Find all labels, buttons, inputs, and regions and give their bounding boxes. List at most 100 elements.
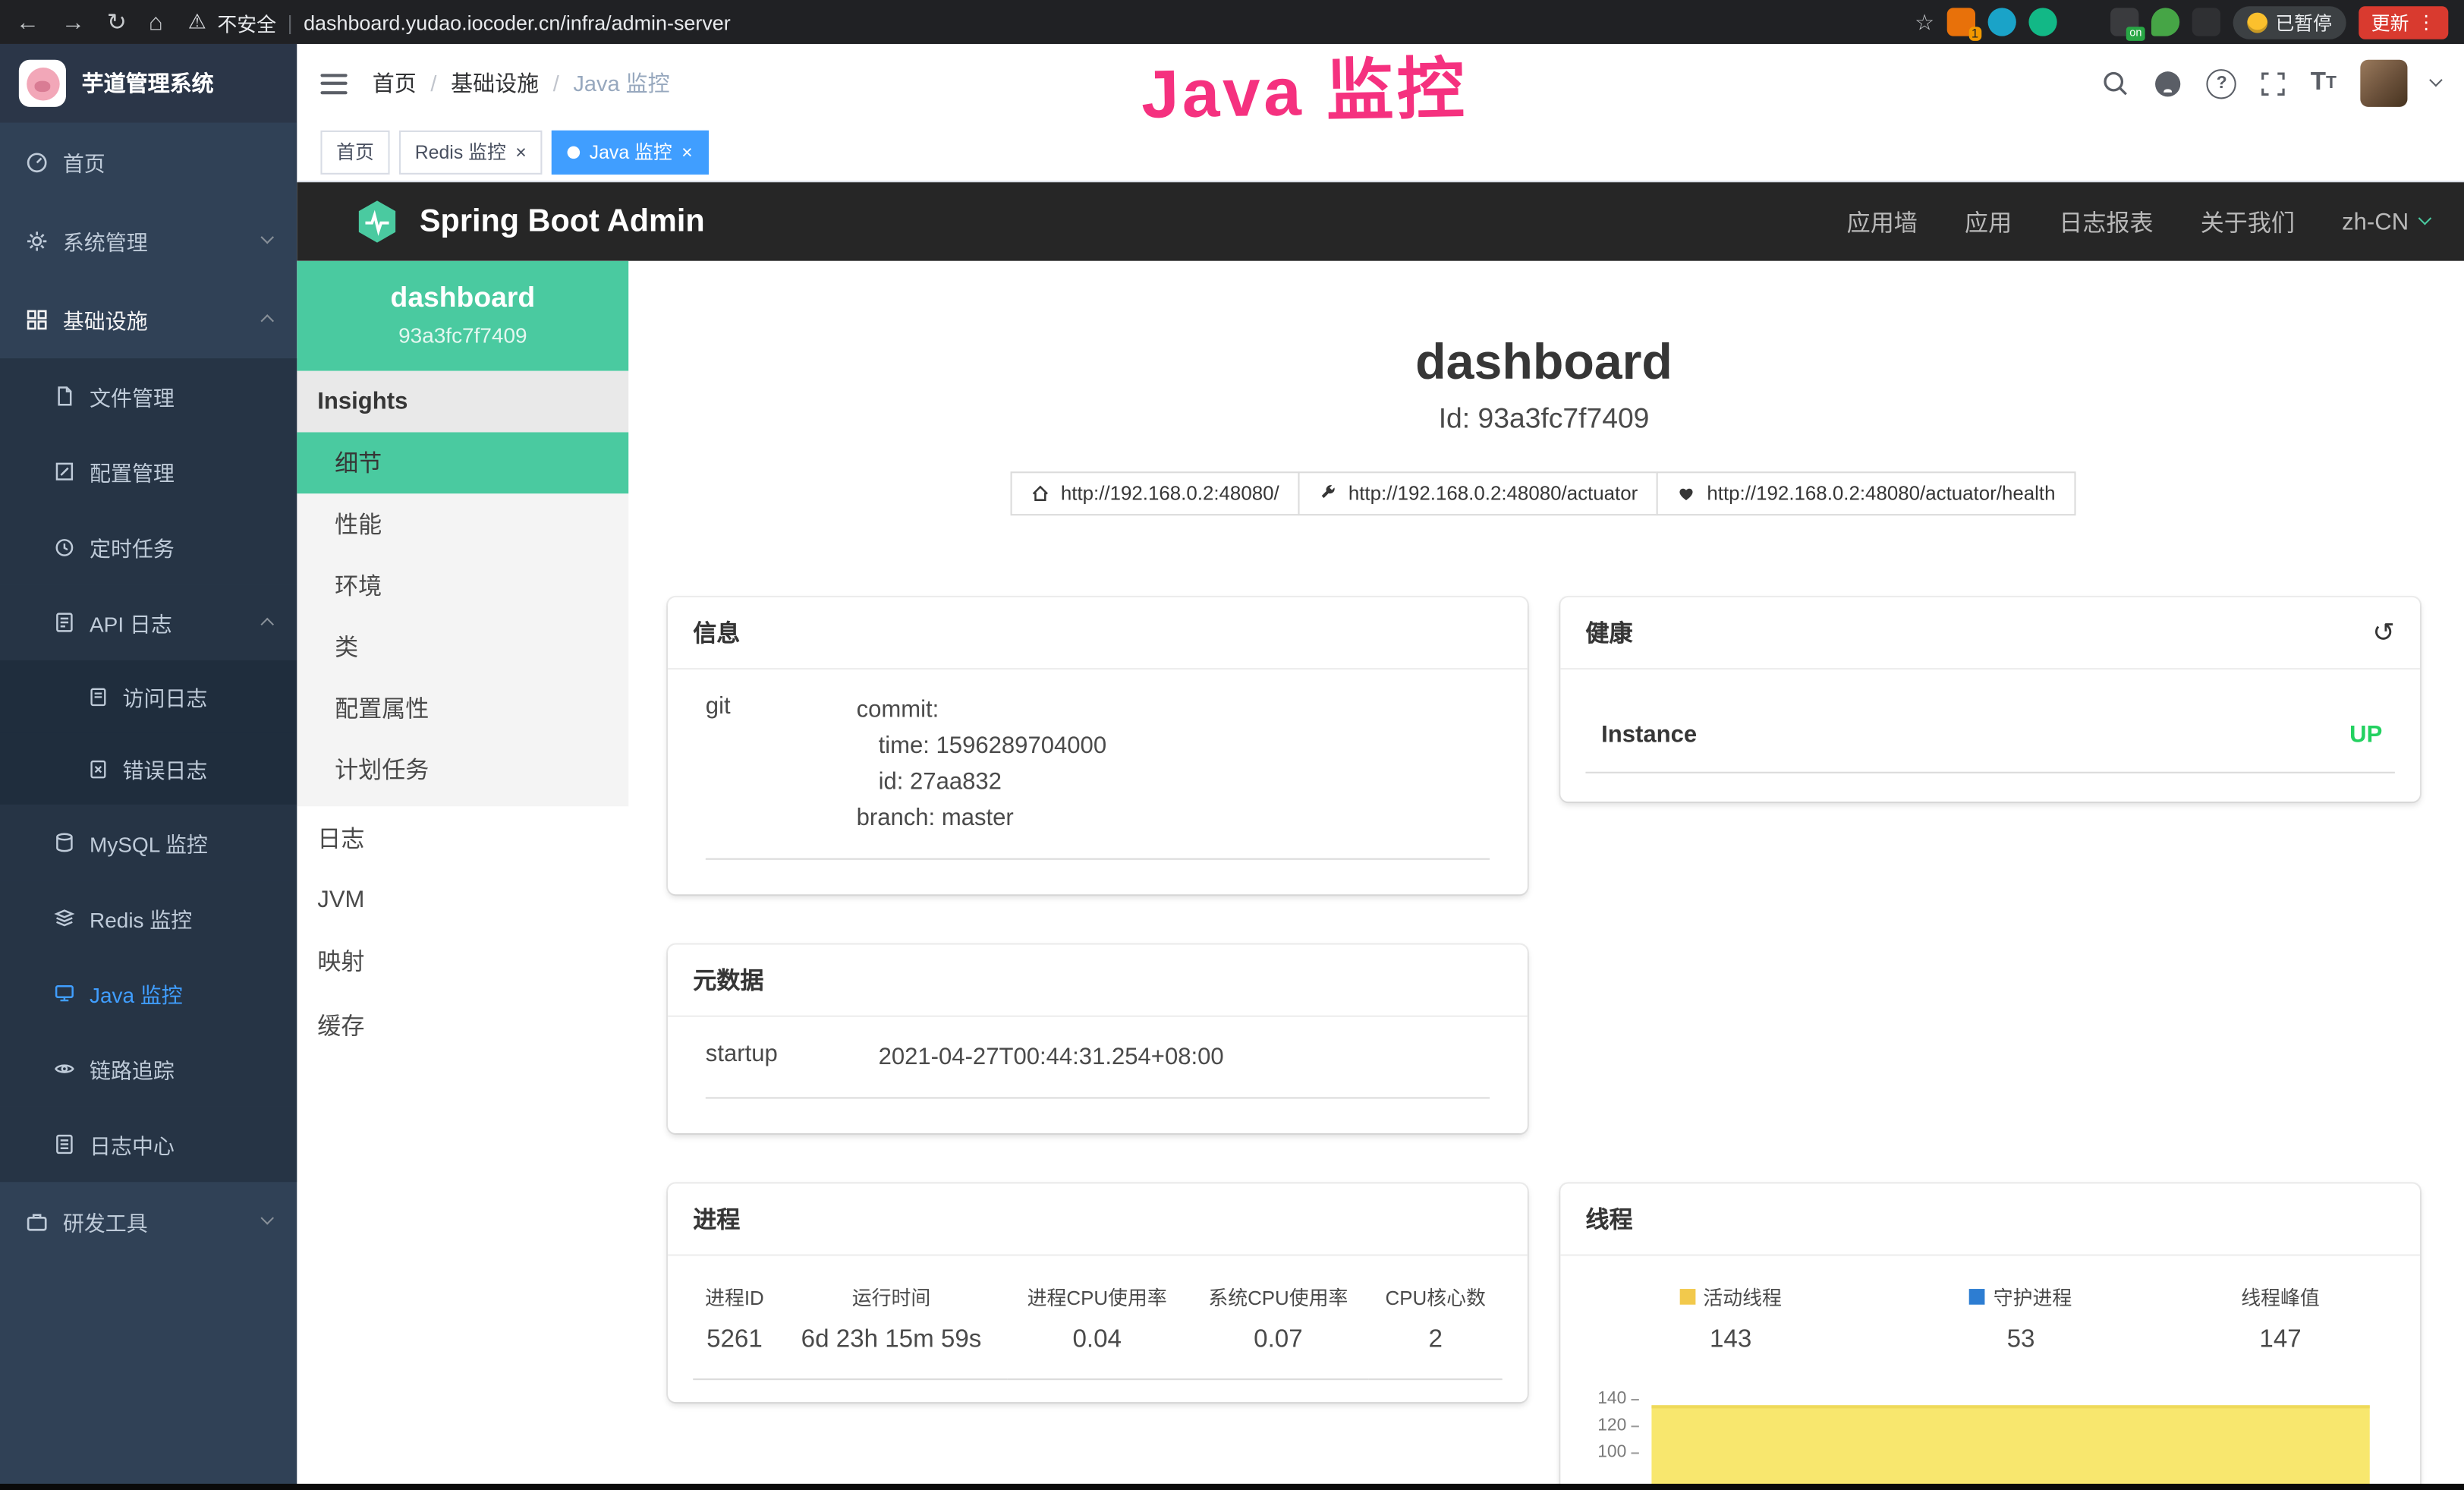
sba-root-items: 日志 JVM 映射 缓存 [297,806,628,1057]
sidebar-item-redis[interactable]: Redis 监控 [0,880,297,956]
breadcrumb-home[interactable]: 首页 [373,68,417,99]
info-card-body: git commit: time: 1596289704000 id: 27aa… [668,669,1528,894]
sidebar-item-system[interactable]: 系统管理 [0,201,297,280]
help-icon[interactable]: ? [2207,68,2236,98]
sba-nav-wallboard[interactable]: 应用墙 [1847,205,1918,238]
close-tab-icon[interactable]: × [681,142,693,161]
history-icon[interactable]: ↺ [2372,619,2395,646]
chevron-down-icon [260,1212,274,1226]
fullscreen-icon[interactable] [2260,70,2286,96]
reload-button[interactable]: ↻ [107,8,127,36]
more-icon[interactable]: ⋮ [2417,11,2436,33]
sidebar-item-infra[interactable]: 基础设施 [0,280,297,359]
sidebar-item-java[interactable]: Java 监控 [0,956,297,1031]
back-button[interactable]: ← [16,8,39,35]
sidebar-item-mysql[interactable]: MySQL 监控 [0,805,297,880]
sba-item-caches[interactable]: 缓存 [297,994,628,1058]
breadcrumb-infra[interactable]: 基础设施 [451,68,539,99]
switch-extension-icon[interactable]: on [2110,8,2138,36]
close-tab-icon[interactable]: × [515,142,527,161]
database-icon [53,831,75,853]
tab-java[interactable]: Java 监控 × [552,130,708,174]
sidebar-item-tracing[interactable]: 链路追踪 [0,1031,297,1106]
health-instance-row[interactable]: Instance UP [1585,698,2394,773]
actuator-url-button[interactable]: http://192.168.0.2:48080/actuator [1298,471,1659,515]
drop-extension-icon[interactable] [1987,8,2016,36]
health-card: 健康 ↺ Instance UP [1560,597,2420,802]
sba-item-configprops[interactable]: 配置属性 [297,678,628,739]
sba-item-scheduled-tasks[interactable]: 计划任务 [297,739,628,800]
leaf-extension-icon[interactable] [2151,8,2179,36]
sidebar-item-devtools[interactable]: 研发工具 [0,1182,297,1261]
user-avatar[interactable] [2360,60,2407,107]
app-logo[interactable]: 芋道管理系统 [0,44,297,123]
cell-value: 53 [1876,1318,2166,1383]
info-row-git: git commit: time: 1596289704000 id: 27aa… [706,691,1490,860]
sba-main: dashboard Id: 93a3fc7f7409 http://192.16… [628,261,2464,1490]
col-header: CPU核心数 [1369,1265,1503,1318]
collapse-sidebar-button[interactable] [320,73,347,93]
edit-doc-icon [53,461,75,483]
infra-icon [25,307,49,331]
avatar-caret-icon[interactable] [2428,74,2442,88]
process-card-header: 进程 [668,1183,1528,1255]
url-text[interactable]: dashboard.yudao.iocoder.cn/infra/admin-s… [304,10,731,33]
address-bar[interactable]: ⚠ 不安全 | dashboard.yudao.iocoder.cn/infra… [188,7,731,36]
sba-nav-applications[interactable]: 应用 [1965,205,2012,238]
sidebar-item-config[interactable]: 配置管理 [0,434,297,509]
chevron-up-icon [260,618,274,632]
sba-item-jvm[interactable]: JVM [297,871,628,929]
sidebar-item-log-center[interactable]: 日志中心 [0,1107,297,1182]
update-label: 更新 [2371,8,2409,35]
sidebar-item-files[interactable]: 文件管理 [0,358,297,433]
forward-button[interactable]: → [61,8,85,35]
puzzle-extension-icon[interactable] [2192,8,2220,36]
threads-legend-table: 活动线程 守护进程 线程峰值 143 53 147 [1585,1265,2394,1383]
sba-item-environment[interactable]: 环境 [297,555,628,616]
sidebar-item-error-log[interactable]: 错误日志 [0,732,297,805]
wrench-icon [1318,484,1337,503]
header-actions: ? TT [2101,60,2440,107]
security-label[interactable]: 不安全 [217,7,276,36]
sba-nav-journal[interactable]: 日志报表 [2059,205,2153,238]
teal-extension-icon[interactable] [2028,8,2056,36]
github-icon[interactable] [2154,68,2183,98]
profile-paused-badge[interactable]: 已暂停 [2233,5,2346,38]
tab-redis[interactable]: Redis 监控 × [399,130,543,174]
sidebar-item-home[interactable]: 首页 [0,123,297,202]
screen: ← → ↻ ⌂ ⚠ 不安全 | dashboard.yudao.iocoder.… [0,0,2464,1490]
paused-label: 已暂停 [2275,8,2332,35]
sba-sidebar: dashboard 93a3fc7f7409 Insights 细节 性能 环境… [297,261,628,1490]
health-url-button[interactable]: http://192.168.0.2:48080/actuator/health [1657,471,2075,515]
browser-chrome: ← → ↻ ⌂ ⚠ 不安全 | dashboard.yudao.iocoder.… [0,0,2464,44]
dashboard-icon [25,150,49,174]
spring-boot-admin-frame: Spring Boot Admin 应用墙 应用 日志报表 关于我们 zh-CN [297,182,2464,1490]
col-header: 进程CPU使用率 [1006,1265,1188,1318]
home-button[interactable]: ⌂ [149,8,163,35]
instance-header[interactable]: dashboard 93a3fc7f7409 [297,261,628,371]
bookmark-star-icon[interactable]: ☆ [1915,8,1934,35]
fox-extension-icon[interactable]: 1 [1947,8,1975,36]
threads-legend-row: 活动线程 守护进程 线程峰值 [1585,1265,2394,1318]
sidebar-item-api-log[interactable]: API 日志 [0,584,297,660]
sba-language-select[interactable]: zh-CN [2342,208,2429,235]
sidebar-item-label: 访问日志 [123,681,272,712]
breadcrumb-separator: / [553,71,559,96]
sba-brand-title[interactable]: Spring Boot Admin [420,203,705,240]
font-size-icon[interactable]: TT [2311,69,2337,97]
actuator-url: http://192.168.0.2:48080/actuator [1348,483,1638,505]
search-icon[interactable] [2101,69,2129,97]
status-badge: UP [2349,721,2382,748]
service-url-button[interactable]: http://192.168.0.2:48080/ [1011,471,1300,515]
sba-item-mappings[interactable]: 映射 [297,929,628,994]
sba-item-logs[interactable]: 日志 [297,806,628,871]
legend-daemon-threads: 守护进程 [1876,1265,2166,1318]
sidebar-item-jobs[interactable]: 定时任务 [0,509,297,584]
sba-item-classes[interactable]: 类 [297,616,628,678]
sidebar-item-access-log[interactable]: 访问日志 [0,660,297,732]
sba-item-details[interactable]: 细节 [297,432,628,493]
sba-item-metrics[interactable]: 性能 [297,493,628,555]
tab-home[interactable]: 首页 [320,130,389,174]
sba-nav-about[interactable]: 关于我们 [2201,205,2295,238]
update-button[interactable]: 更新 ⋮ [2359,5,2448,38]
